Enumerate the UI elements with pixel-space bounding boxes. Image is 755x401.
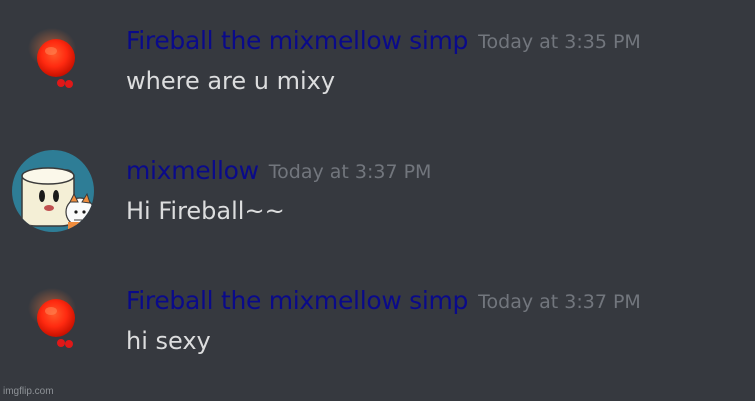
message-header: mixmellow Today at 3:37 PM — [126, 156, 431, 188]
fireball-avatar-icon[interactable] — [12, 286, 94, 368]
timestamp[interactable]: Today at 3:37 PM — [269, 161, 432, 183]
message-text: where are u mixy — [126, 67, 336, 95]
message-item: Fireball the mixmellow simp Today at 3:37… — [0, 286, 755, 386]
fireball-avatar-icon[interactable] — [12, 26, 94, 108]
username[interactable]: mixmellow — [126, 156, 259, 185]
marshmallow-avatar-icon[interactable] — [12, 150, 94, 232]
timestamp[interactable]: Today at 3:35 PM — [478, 31, 641, 53]
username[interactable]: Fireball the mixmellow simp — [126, 286, 468, 315]
message-header: Fireball the mixmellow simp Today at 3:37… — [126, 286, 641, 318]
message-item: Fireball the mixmellow simp Today at 3:35… — [0, 26, 755, 126]
username[interactable]: Fireball the mixmellow simp — [126, 26, 468, 55]
message-text: Hi Fireball~~ — [126, 197, 285, 225]
message-header: Fireball the mixmellow simp Today at 3:35… — [126, 26, 641, 58]
watermark: imgflip.com — [3, 386, 54, 397]
message-text: hi sexy — [126, 327, 211, 355]
message-item: mixmellow Today at 3:37 PM Hi Fireball~~ — [0, 150, 755, 256]
timestamp[interactable]: Today at 3:37 PM — [478, 291, 641, 313]
